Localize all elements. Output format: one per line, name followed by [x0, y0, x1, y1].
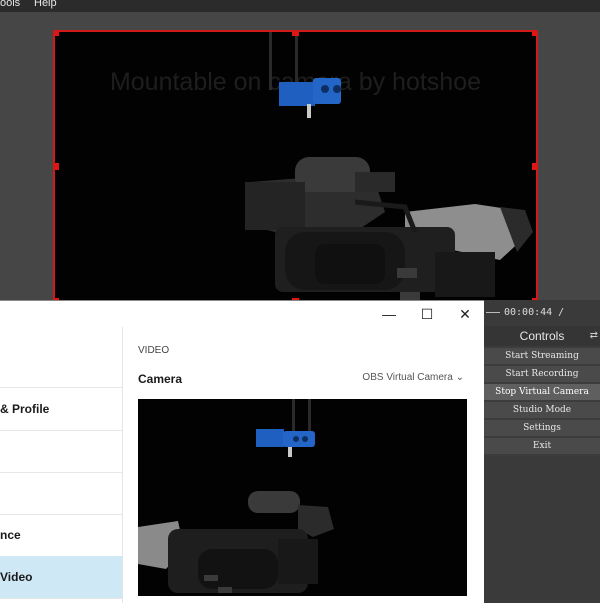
- media-time-bar: 00:00:44 / -00:01:05: [484, 300, 600, 344]
- start-streaming-button[interactable]: Start Streaming: [484, 348, 600, 364]
- camera-select[interactable]: OBS Virtual Camera ⌄: [362, 372, 464, 383]
- exit-button[interactable]: Exit: [484, 438, 600, 454]
- sidebar-item-3[interactable]: [0, 430, 122, 473]
- minimize-button[interactable]: —: [370, 301, 408, 327]
- camera-select-value: OBS Virtual Camera: [362, 372, 453, 383]
- minimize-icon: —: [382, 306, 396, 322]
- settings-sidebar: & Profile nce Video: [0, 327, 123, 603]
- sidebar-item-top[interactable]: [0, 327, 122, 388]
- settings-content: VIDEO Camera OBS Virtual Camera ⌄: [138, 327, 468, 603]
- source-preview[interactable]: Mountable on camera by hotshoe: [53, 30, 538, 304]
- sidebar-item-profile[interactable]: & Profile: [0, 388, 122, 431]
- sidebar-item-appearance[interactable]: nce: [0, 514, 122, 557]
- studio-mode-button[interactable]: Studio Mode: [484, 402, 600, 418]
- sidebar-item-4[interactable]: [0, 472, 122, 515]
- start-recording-button[interactable]: Start Recording: [484, 366, 600, 382]
- resize-handle-right[interactable]: [532, 163, 536, 170]
- camera-preview: [138, 399, 467, 596]
- resize-handle-top[interactable]: [292, 32, 299, 36]
- controls-dock-empty-area: [484, 456, 600, 602]
- sidebar-item-label: & Profile: [0, 402, 50, 416]
- resize-handle-top-right[interactable]: [532, 32, 536, 36]
- sidebar-item-label: nce: [0, 528, 21, 542]
- resize-handle-left[interactable]: [55, 163, 59, 170]
- obs-canvas-area: Mountable on camera by hotshoe: [0, 12, 600, 304]
- camera-label: Camera: [138, 372, 183, 386]
- dock-icon[interactable]: ⇄: [590, 326, 598, 346]
- menu-bar: ools Help: [0, 0, 600, 12]
- maximize-button[interactable]: ☐: [408, 301, 446, 327]
- window-titlebar: — ☐ ✕: [0, 301, 484, 327]
- chevron-down-icon: ⌄: [455, 372, 464, 383]
- camera-preview-image: [138, 399, 334, 593]
- camera-settings-window: — ☐ ✕ & Profile nce Video VIDEO Camera O…: [0, 300, 484, 603]
- sidebar-item-video[interactable]: Video: [0, 556, 122, 599]
- controls-dock: Controls ⇄ Start Streaming Start Recordi…: [484, 326, 600, 602]
- section-title: VIDEO: [138, 345, 170, 356]
- menu-item-tools[interactable]: ools: [0, 0, 20, 9]
- controls-dock-header: Controls ⇄: [484, 326, 600, 346]
- media-progress-line[interactable]: [486, 312, 500, 313]
- maximize-icon: ☐: [420, 306, 434, 322]
- close-button[interactable]: ✕: [446, 301, 484, 327]
- controls-dock-title: Controls: [519, 329, 565, 343]
- sidebar-item-label: Video: [0, 570, 33, 584]
- stop-virtual-camera-button[interactable]: Stop Virtual Camera: [484, 384, 600, 400]
- menu-item-help[interactable]: Help: [34, 0, 57, 9]
- close-icon: ✕: [459, 306, 471, 322]
- resize-handle-top-left[interactable]: [55, 32, 59, 36]
- settings-button[interactable]: Settings: [484, 420, 600, 436]
- camcorder-scene-image: [245, 32, 533, 300]
